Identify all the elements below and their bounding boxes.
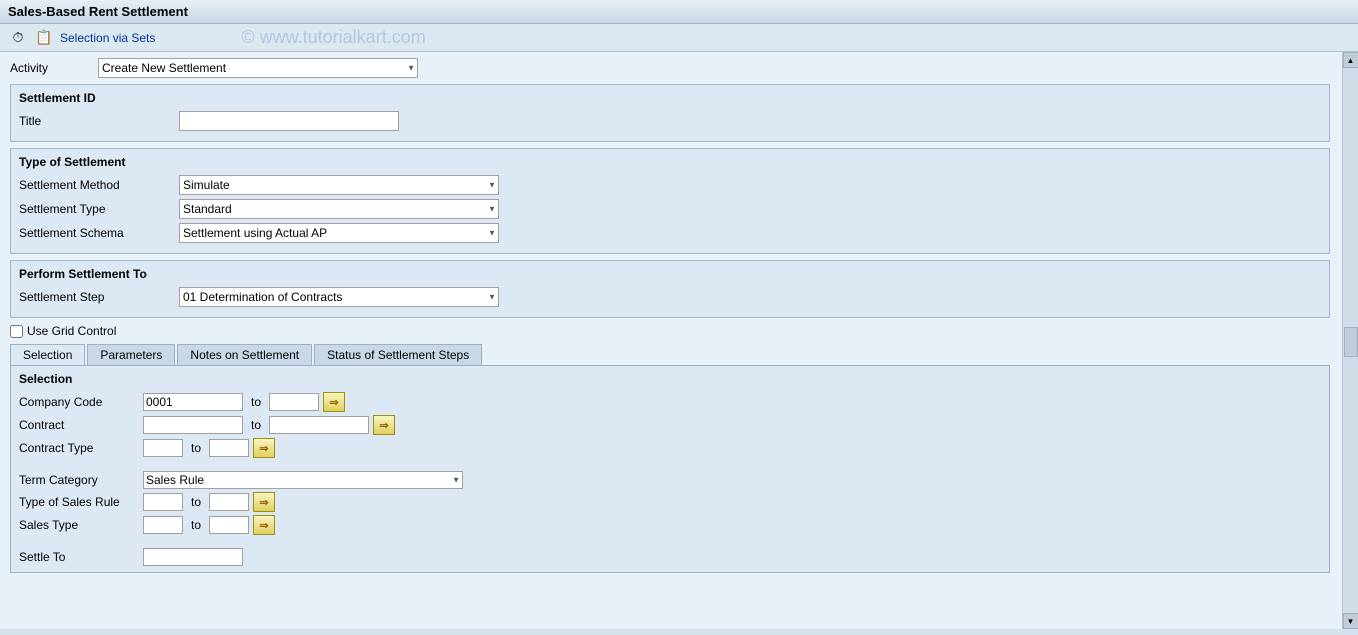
settlement-id-section: Settlement ID Title bbox=[10, 84, 1330, 142]
contract-type-arrow-btn[interactable] bbox=[253, 438, 275, 458]
type-of-settlement-section: Type of Settlement Settlement Method Sim… bbox=[10, 148, 1330, 254]
contract-type-to-input[interactable] bbox=[209, 439, 249, 457]
title-row: Title bbox=[19, 111, 1321, 131]
scroll-up-arrow[interactable]: ▲ bbox=[1343, 52, 1358, 68]
main-content: Activity Create New Settlement Settlemen… bbox=[0, 52, 1358, 629]
tab-selection[interactable]: Selection bbox=[10, 344, 85, 365]
settlement-step-label: Settlement Step bbox=[19, 290, 179, 304]
selection-sets-label[interactable]: Selection via Sets bbox=[60, 31, 155, 45]
activity-label: Activity bbox=[10, 61, 90, 75]
company-code-from-input[interactable] bbox=[143, 393, 243, 411]
settlement-schema-row: Settlement Schema Settlement using Actua… bbox=[19, 223, 1321, 243]
sales-type-row: Sales Type to bbox=[19, 515, 1321, 535]
sales-type-arrow-btn[interactable] bbox=[253, 515, 275, 535]
sales-type-to-input[interactable] bbox=[209, 516, 249, 534]
title-input[interactable] bbox=[179, 111, 399, 131]
content-area: Activity Create New Settlement Settlemen… bbox=[10, 58, 1330, 573]
tab-parameters[interactable]: Parameters bbox=[87, 344, 175, 365]
settlement-schema-wrapper: Settlement using Actual AP Standard bbox=[179, 223, 499, 243]
type-of-sales-rule-to-label: to bbox=[191, 495, 201, 509]
settlement-type-select[interactable]: Standard Actual bbox=[179, 199, 499, 219]
type-of-sales-rule-arrow-btn[interactable] bbox=[253, 492, 275, 512]
company-code-to-label: to bbox=[251, 395, 261, 409]
use-grid-control-checkbox[interactable] bbox=[10, 325, 23, 338]
contract-label: Contract bbox=[19, 418, 139, 432]
tab-bar: Selection Parameters Notes on Settlement… bbox=[10, 344, 1330, 365]
sales-type-to-label: to bbox=[191, 518, 201, 532]
contract-from-input[interactable] bbox=[143, 416, 243, 434]
settle-to-row: Settle To bbox=[19, 548, 1321, 566]
settlement-method-label: Settlement Method bbox=[19, 178, 179, 192]
sales-type-from-input[interactable] bbox=[143, 516, 183, 534]
use-grid-control-row: Use Grid Control bbox=[10, 324, 1330, 338]
settlement-step-wrapper: 01 Determination of Contracts 02 Calcula… bbox=[179, 287, 499, 307]
settlement-method-select[interactable]: Simulate Standard Actual bbox=[179, 175, 499, 195]
title-label: Title bbox=[19, 114, 179, 128]
contract-type-row: Contract Type to bbox=[19, 438, 1321, 458]
settle-to-label: Settle To bbox=[19, 550, 139, 564]
term-category-label: Term Category bbox=[19, 473, 139, 487]
contract-to-label: to bbox=[251, 418, 261, 432]
scroll-down-arrow[interactable]: ▼ bbox=[1343, 613, 1358, 629]
settlement-type-wrapper: Standard Actual bbox=[179, 199, 499, 219]
settlement-step-select[interactable]: 01 Determination of Contracts 02 Calcula… bbox=[179, 287, 499, 307]
sales-type-label: Sales Type bbox=[19, 518, 139, 532]
contract-arrow-btn[interactable] bbox=[373, 415, 395, 435]
watermark: © www.tutorialkart.com bbox=[241, 27, 425, 48]
settlement-method-row: Settlement Method Simulate Standard Actu… bbox=[19, 175, 1321, 195]
settlement-id-title: Settlement ID bbox=[19, 89, 1321, 107]
type-of-sales-rule-from-input[interactable] bbox=[143, 493, 183, 511]
type-of-sales-rule-label: Type of Sales Rule bbox=[19, 495, 139, 509]
term-category-select[interactable]: Sales Rule Other bbox=[143, 471, 463, 489]
activity-select[interactable]: Create New Settlement Settlement using A… bbox=[98, 58, 418, 78]
tab-notes[interactable]: Notes on Settlement bbox=[177, 344, 312, 365]
term-category-row: Term Category Sales Rule Other bbox=[19, 471, 1321, 489]
activity-select-wrapper: Create New Settlement Settlement using A… bbox=[98, 58, 418, 78]
settlement-schema-select[interactable]: Settlement using Actual AP Standard bbox=[179, 223, 499, 243]
activity-row: Activity Create New Settlement Settlemen… bbox=[10, 58, 1330, 78]
contract-row: Contract to bbox=[19, 415, 1321, 435]
contract-type-from-input[interactable] bbox=[143, 439, 183, 457]
perform-settlement-section: Perform Settlement To Settlement Step 01… bbox=[10, 260, 1330, 318]
contract-type-to-label: to bbox=[191, 441, 201, 455]
company-code-row: Company Code to bbox=[19, 392, 1321, 412]
settlement-schema-label: Settlement Schema bbox=[19, 226, 179, 240]
settle-to-input[interactable] bbox=[143, 548, 243, 566]
tab-content: Selection Company Code to Contract to bbox=[10, 365, 1330, 573]
perform-settlement-title: Perform Settlement To bbox=[19, 265, 1321, 283]
type-of-settlement-title: Type of Settlement bbox=[19, 153, 1321, 171]
title-bar: Sales-Based Rent Settlement bbox=[0, 0, 1358, 24]
term-category-wrapper: Sales Rule Other bbox=[143, 471, 463, 489]
type-of-sales-rule-to-input[interactable] bbox=[209, 493, 249, 511]
company-code-label: Company Code bbox=[19, 395, 139, 409]
contract-to-input[interactable] bbox=[269, 416, 369, 434]
tabs-container: Selection Parameters Notes on Settlement… bbox=[10, 344, 1330, 573]
selection-section-title: Selection bbox=[19, 372, 1321, 386]
toolbar: ⏱ 📋 Selection via Sets © www.tutorialkar… bbox=[0, 24, 1358, 52]
use-grid-control-label: Use Grid Control bbox=[27, 324, 116, 338]
page-title: Sales-Based Rent Settlement bbox=[8, 4, 188, 19]
settlement-method-wrapper: Simulate Standard Actual bbox=[179, 175, 499, 195]
company-code-to-input[interactable] bbox=[269, 393, 319, 411]
company-code-arrow-btn[interactable] bbox=[323, 392, 345, 412]
settlement-step-row: Settlement Step 01 Determination of Cont… bbox=[19, 287, 1321, 307]
settlement-type-row: Settlement Type Standard Actual bbox=[19, 199, 1321, 219]
tab-status[interactable]: Status of Settlement Steps bbox=[314, 344, 482, 365]
scroll-thumb[interactable] bbox=[1344, 327, 1358, 357]
clock-icon[interactable]: ⏱ bbox=[8, 28, 28, 48]
type-of-sales-rule-row: Type of Sales Rule to bbox=[19, 492, 1321, 512]
sets-icon[interactable]: 📋 bbox=[34, 28, 54, 48]
settlement-type-label: Settlement Type bbox=[19, 202, 179, 216]
contract-type-label: Contract Type bbox=[19, 441, 139, 455]
scrollbar: ▲ ▼ bbox=[1342, 52, 1358, 629]
